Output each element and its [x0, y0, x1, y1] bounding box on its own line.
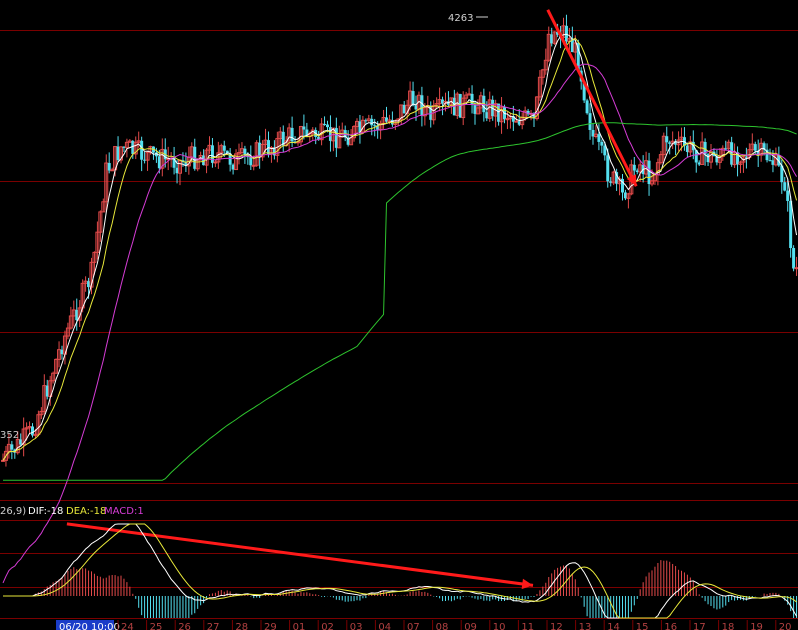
candle-body — [600, 141, 604, 146]
macd-params-label: 26,9) — [0, 506, 26, 517]
candle-body — [597, 134, 601, 142]
candle-body — [588, 113, 592, 130]
x-tick-label: 26 — [178, 622, 191, 630]
x-tick-label: 10 — [493, 622, 506, 630]
x-tick-label: 14 — [607, 622, 620, 630]
candle-body — [411, 91, 415, 106]
x-tick-label: 09 — [464, 622, 477, 630]
x-tick-label: 03 — [350, 622, 363, 630]
candle-body — [243, 148, 247, 155]
high-price-label: 4263 — [448, 13, 473, 24]
dif-label: DIF:-18 — [28, 506, 63, 517]
x-tick-label: 17 — [693, 622, 706, 630]
candle — [54, 358, 59, 374]
candle-body — [373, 125, 377, 127]
candle-body — [323, 123, 327, 125]
x-tick-label: 29 — [264, 622, 277, 630]
x-tick-label: 28 — [235, 622, 248, 630]
candle-body — [514, 120, 519, 123]
low-price-label: 352 — [0, 430, 19, 441]
candle-body — [606, 155, 610, 182]
x-tick-label: 08 — [436, 622, 449, 630]
candle-body — [210, 145, 214, 163]
x-tick-label: 24 — [121, 622, 134, 630]
candle-body — [290, 127, 294, 142]
macd-value-label: MACD:1 — [104, 506, 144, 517]
x-tick-label: 02 — [321, 622, 334, 630]
x-tick-label: 11 — [521, 622, 534, 630]
candle — [585, 98, 589, 115]
dea-label: DEA:-18 — [66, 506, 106, 517]
candle-body — [302, 126, 306, 130]
candle-body — [783, 182, 787, 191]
x-tick-label: 25 — [150, 622, 163, 630]
x-tick-label: 12 — [550, 622, 563, 630]
candle-body — [792, 248, 796, 269]
candle-body — [326, 124, 329, 128]
x-tick-label: 18 — [722, 622, 735, 630]
candle-body — [585, 100, 589, 114]
candle — [254, 140, 259, 167]
x-tick-label: 20 — [779, 622, 792, 630]
candle — [611, 170, 616, 186]
candle — [104, 154, 109, 211]
chart-background — [0, 0, 798, 630]
x-tick-label: 15 — [636, 622, 649, 630]
candle-body — [370, 118, 374, 126]
candle-body — [632, 164, 636, 171]
x-tick-label: 16 — [664, 622, 677, 630]
candle-body — [786, 190, 790, 201]
x-tick-label: 07 — [407, 622, 420, 630]
candle-body — [222, 145, 226, 151]
x-tick-label: 13 — [579, 622, 592, 630]
x-tick-label: 01 — [293, 622, 306, 630]
macd-legend: 26,9) DIF:-18 DEA:-18 MACD:1 — [0, 506, 144, 517]
stock-chart[interactable]: 4263 352 26,9) DIF:-18 DEA:-18 MACD:1 06… — [0, 0, 798, 630]
x-tick-label: 04 — [378, 622, 391, 630]
candle-body — [753, 144, 757, 151]
current-date-label: 06/20 10:00 — [59, 622, 120, 630]
x-tick-label: 19 — [750, 622, 763, 630]
candle-body — [10, 444, 14, 450]
candle-body — [140, 140, 144, 160]
candle-body — [768, 160, 772, 162]
candle-body — [249, 157, 253, 166]
candle-body — [665, 136, 669, 143]
candle — [552, 31, 557, 45]
x-tick-label: 27 — [207, 622, 220, 630]
